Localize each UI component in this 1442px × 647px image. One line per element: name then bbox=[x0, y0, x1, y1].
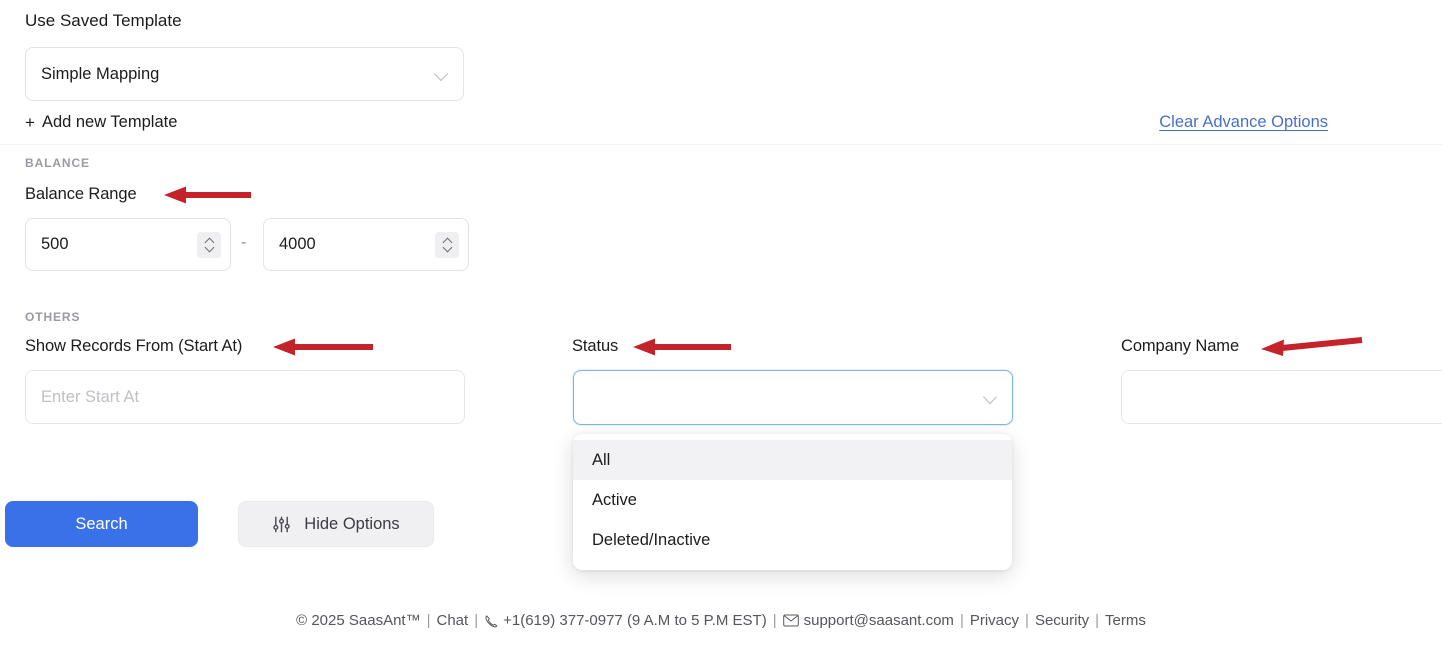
footer-terms-link[interactable]: Terms bbox=[1105, 612, 1146, 629]
sliders-icon bbox=[272, 515, 291, 534]
chevron-down-icon bbox=[983, 390, 998, 405]
footer-separator: | bbox=[772, 612, 777, 629]
arrow-company-name bbox=[1261, 337, 1363, 356]
advanced-search-panel: Use Saved Template Simple Mapping + Add … bbox=[0, 0, 1442, 647]
clear-advance-options-link[interactable]: Clear Advance Options bbox=[1159, 113, 1328, 132]
chevron-down-icon bbox=[434, 67, 449, 82]
status-option-deleted-inactive[interactable]: Deleted/Inactive bbox=[573, 520, 1012, 560]
footer-separator: | bbox=[1095, 612, 1100, 629]
footer-separator: | bbox=[959, 612, 964, 629]
footer-copyright: © 2025 SaasAnt™ bbox=[296, 612, 421, 629]
status-dropdown-menu[interactable]: All Active Deleted/Inactive bbox=[573, 434, 1012, 570]
plus-icon: + bbox=[25, 113, 35, 132]
footer-security-link[interactable]: Security bbox=[1035, 612, 1089, 629]
arrow-balance-range bbox=[164, 186, 251, 204]
balance-range-label: Balance Range bbox=[25, 185, 137, 203]
phone-icon bbox=[484, 614, 498, 628]
balance-min-value: 500 bbox=[41, 235, 69, 253]
status-option-all[interactable]: All bbox=[573, 440, 1012, 480]
add-new-template-label: Add new Template bbox=[41, 113, 178, 131]
company-name-input[interactable] bbox=[1121, 370, 1442, 424]
status-option-active[interactable]: Active bbox=[573, 480, 1012, 520]
footer-phone[interactable]: +1(619) 377-0977 (9 A.M to 5 P.M EST) bbox=[484, 612, 767, 629]
arrow-status bbox=[633, 338, 731, 356]
balance-min-input[interactable]: 500 bbox=[25, 218, 231, 271]
footer-privacy-link[interactable]: Privacy bbox=[970, 612, 1019, 629]
use-saved-template-title: Use Saved Template bbox=[25, 11, 182, 30]
footer-email[interactable]: support@saasant.com bbox=[782, 612, 954, 629]
show-records-from-label: Show Records From (Start At) bbox=[25, 337, 243, 355]
start-at-placeholder: Enter Start At bbox=[41, 387, 140, 406]
footer-separator: | bbox=[1025, 612, 1029, 629]
footer-separator: | bbox=[474, 612, 479, 629]
footer-chat-link[interactable]: Chat bbox=[437, 612, 469, 629]
balance-max-value: 4000 bbox=[279, 235, 316, 253]
balance-min-stepper[interactable] bbox=[197, 231, 221, 258]
search-button[interactable]: Search bbox=[5, 501, 198, 547]
footer: © 2025 SaasAnt™ | Chat | +1(619) 377-097… bbox=[0, 612, 1442, 629]
status-label: Status bbox=[572, 337, 619, 355]
footer-separator: | bbox=[426, 612, 431, 629]
footer-phone-text: +1(619) 377-0977 (9 A.M to 5 P.M EST) bbox=[503, 612, 767, 629]
add-new-template-button[interactable]: + Add new Template bbox=[25, 113, 177, 132]
saved-template-select[interactable]: Simple Mapping bbox=[25, 47, 464, 101]
hide-options-label: Hide Options bbox=[304, 514, 400, 533]
hide-options-button[interactable]: Hide Options bbox=[238, 501, 434, 547]
others-section-label: OTHERS bbox=[25, 310, 81, 324]
envelope-icon bbox=[782, 614, 799, 627]
balance-section-label: BALANCE bbox=[25, 156, 90, 170]
chevron-down-icon bbox=[443, 246, 452, 251]
start-at-input[interactable]: Enter Start At bbox=[25, 370, 465, 424]
balance-max-stepper[interactable] bbox=[435, 231, 459, 258]
footer-email-text: support@saasant.com bbox=[803, 612, 954, 629]
chevron-down-icon bbox=[205, 246, 214, 251]
balance-range-separator: - bbox=[241, 234, 247, 251]
arrow-show-records-from bbox=[273, 338, 373, 356]
status-select[interactable] bbox=[573, 370, 1013, 425]
balance-max-input[interactable]: 4000 bbox=[263, 218, 469, 271]
company-name-label: Company Name bbox=[1121, 337, 1240, 355]
saved-template-selected-value: Simple Mapping bbox=[41, 64, 160, 83]
section-divider bbox=[0, 144, 1442, 145]
